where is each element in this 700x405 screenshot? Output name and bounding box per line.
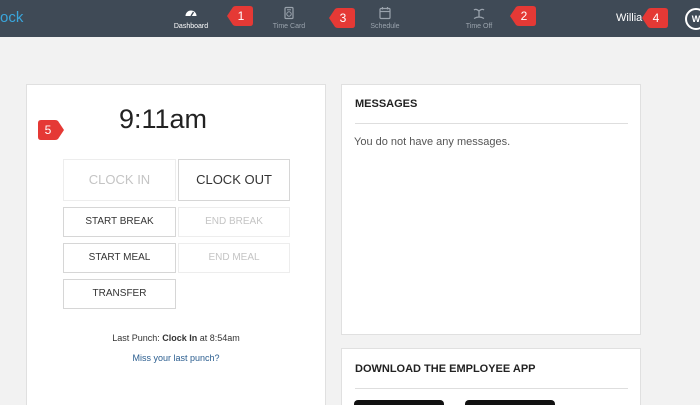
messages-empty-text: You do not have any messages. — [354, 136, 511, 148]
nav-item-schedule[interactable]: Schedule — [350, 6, 420, 30]
nav-item-time-card[interactable]: Time Card — [254, 6, 324, 30]
divider — [355, 388, 628, 389]
clock-out-button[interactable]: CLOCK OUT — [178, 159, 290, 201]
start-break-button[interactable]: START BREAK — [63, 207, 176, 237]
annotation-marker-2: 2 — [508, 4, 538, 28]
nav-label: Time Off — [465, 23, 493, 30]
divider — [355, 123, 628, 124]
app-store-badge[interactable] — [354, 400, 444, 405]
timecard-icon — [284, 6, 294, 20]
messages-title: MESSAGES — [355, 98, 418, 110]
marker-number: 1 — [237, 9, 245, 23]
last-punch-action: Clock In — [162, 333, 198, 343]
marker-number: 5 — [44, 123, 52, 137]
last-punch: Last Punch: Clock In at 8:54am — [26, 333, 326, 343]
gauge-icon — [185, 10, 197, 17]
start-meal-button[interactable]: START MEAL — [63, 243, 176, 273]
nav-label: Time Card — [272, 23, 306, 30]
brand-logo[interactable]: ock — [0, 9, 23, 26]
nav-item-time-off[interactable]: Time Off — [444, 6, 514, 30]
calendar-icon — [379, 7, 391, 20]
miss-punch-link[interactable]: Miss your last punch? — [26, 353, 326, 363]
end-break-button[interactable]: END BREAK — [178, 207, 290, 237]
end-meal-button[interactable]: END MEAL — [178, 243, 290, 273]
download-app-panel: DOWNLOAD THE EMPLOYEE APP — [341, 348, 641, 405]
nav-label: Schedule — [370, 23, 400, 30]
avatar[interactable]: W — [685, 8, 700, 30]
last-punch-prefix: Last Punch: — [112, 333, 163, 343]
marker-number: 2 — [520, 9, 528, 23]
messages-panel: MESSAGES — [341, 84, 641, 335]
google-play-badge[interactable] — [465, 400, 555, 405]
annotation-marker-1: 1 — [225, 4, 255, 28]
transfer-button[interactable]: TRANSFER — [63, 279, 176, 309]
island-icon — [473, 8, 485, 20]
annotation-marker-3: 3 — [327, 6, 357, 30]
download-app-title: DOWNLOAD THE EMPLOYEE APP — [355, 363, 536, 375]
marker-number: 4 — [652, 11, 660, 25]
annotation-marker-5: 5 — [36, 118, 66, 142]
nav-label: Dashboard — [173, 23, 209, 30]
nav-item-dashboard[interactable]: Dashboard — [156, 6, 226, 30]
clock-in-button[interactable]: CLOCK IN — [63, 159, 176, 201]
last-punch-time: at 8:54am — [197, 333, 240, 343]
marker-number: 3 — [339, 11, 347, 25]
annotation-marker-4: 4 — [640, 6, 670, 30]
